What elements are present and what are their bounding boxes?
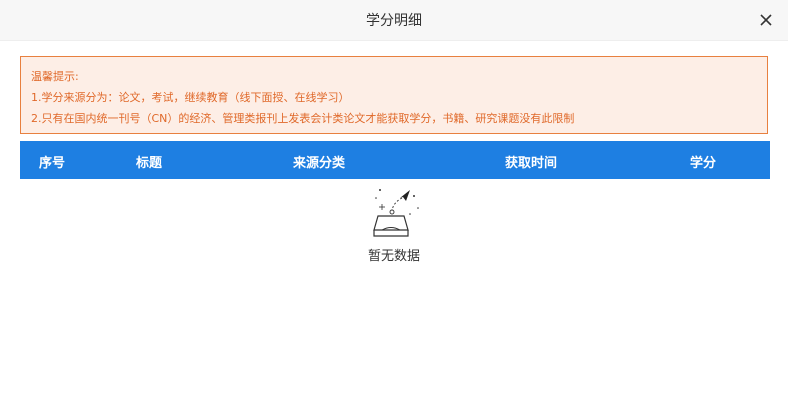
notice-line-1: 1.学分来源分为：论文，考试，继续教育（线下面授、在线学习） bbox=[31, 91, 350, 104]
notice-heading: 温馨提示: bbox=[31, 70, 79, 83]
empty-inbox-icon bbox=[366, 184, 424, 238]
column-header-time: 获取时间 bbox=[505, 156, 558, 171]
dialog-title: 学分明细 bbox=[366, 13, 422, 29]
table-header: 序号 标题 来源分类 获取时间 学分 bbox=[20, 141, 770, 179]
empty-state-text: 暂无数据 bbox=[367, 249, 420, 264]
column-header-credit: 学分 bbox=[690, 156, 717, 171]
dialog-header: 学分明细 bbox=[0, 0, 788, 41]
notice-line-2: 2.只有在国内统一刊号（CN）的经济、管理类报刊上发表会计类论文才能获取学分，书… bbox=[31, 112, 575, 125]
close-icon[interactable] bbox=[758, 12, 774, 28]
column-header-index: 序号 bbox=[39, 156, 66, 171]
column-header-source: 来源分类 bbox=[293, 156, 346, 171]
notice-box: 温馨提示: 1.学分来源分为：论文，考试，继续教育（线下面授、在线学习） 2.只… bbox=[20, 56, 768, 134]
column-header-title: 标题 bbox=[136, 156, 163, 171]
